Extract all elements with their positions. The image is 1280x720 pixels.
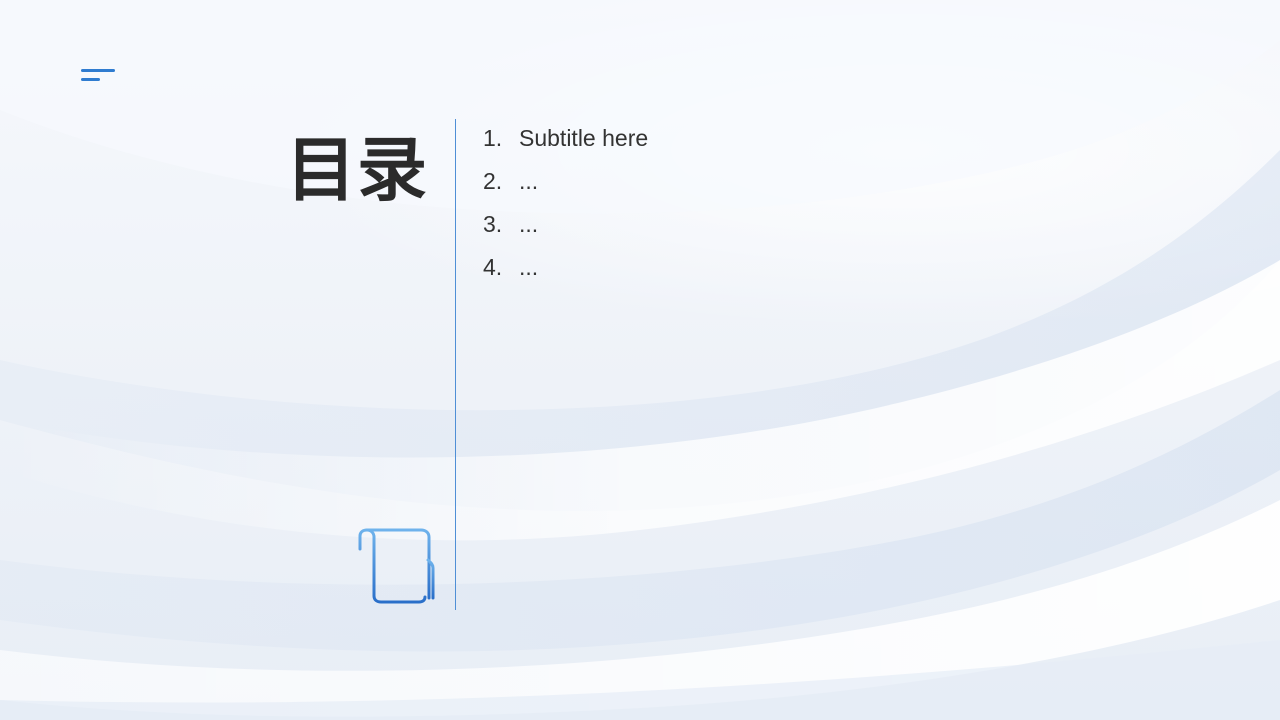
toc-item-3[interactable]: 3. ... [483, 203, 648, 246]
toc-item-number: 4. [483, 254, 503, 280]
vertical-divider [455, 119, 456, 610]
toc-item-number: 2. [483, 168, 503, 194]
menu-icon [81, 69, 115, 83]
toc-item-label: Subtitle here [519, 125, 649, 151]
toc-item-label: ... [519, 168, 539, 194]
toc-item-label: ... [519, 254, 539, 280]
toc-item-4[interactable]: 4. ... [483, 246, 648, 289]
menu-icon-bar-long [81, 69, 115, 72]
toc-item-2[interactable]: 2. ... [483, 160, 648, 203]
toc-item-1[interactable]: 1. Subtitle here [483, 117, 648, 160]
toc-item-label: ... [519, 211, 539, 237]
page-title: 目录 [286, 129, 428, 211]
background-waves [0, 0, 1280, 720]
menu-icon-bar-short [81, 78, 100, 81]
toc-list: 1. Subtitle here 2. ... 3. ... 4. ... [483, 117, 648, 289]
scroll-document-icon [358, 528, 435, 610]
toc-item-number: 1. [483, 125, 503, 151]
toc-slide: 目录 1. Subtitle here 2. ... 3. ... 4. ... [0, 0, 1280, 720]
toc-item-number: 3. [483, 211, 503, 237]
